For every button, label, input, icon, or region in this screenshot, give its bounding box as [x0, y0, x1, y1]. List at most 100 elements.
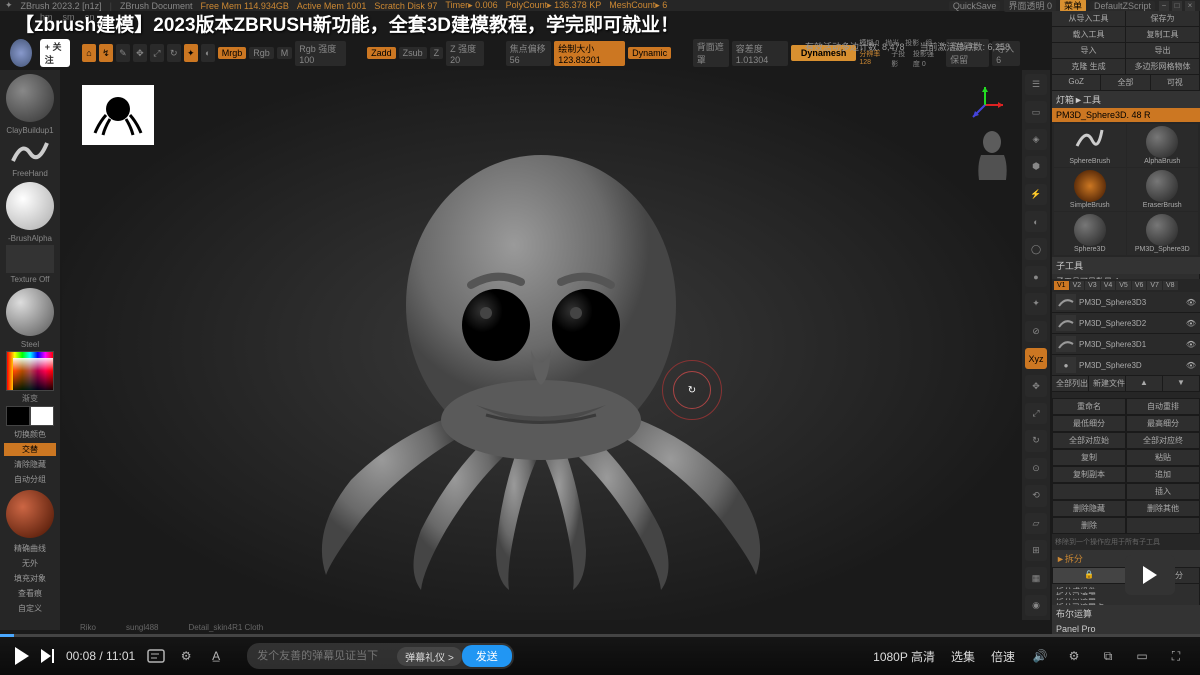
3d-viewport[interactable]: ↻: [62, 70, 1020, 620]
subtool-item[interactable]: PM3D_Sphere3D2👁: [1052, 313, 1200, 334]
scale-icon[interactable]: ⤢: [150, 44, 164, 62]
see-marks-button[interactable]: 查看痕: [4, 587, 56, 600]
tolerance-slider[interactable]: 容差度 1.01304: [732, 41, 788, 66]
alpha-selector[interactable]: [6, 182, 54, 230]
m-button[interactable]: M: [277, 47, 293, 59]
rs-xpose-icon[interactable]: ✦: [1025, 293, 1047, 314]
vis-tab[interactable]: V7: [1147, 281, 1162, 290]
switch-color-button[interactable]: 切换颜色: [4, 428, 56, 441]
rs-subtool-icon[interactable]: ☰: [1025, 74, 1047, 95]
lowres-button[interactable]: 最低细分: [1052, 415, 1126, 432]
copy-button[interactable]: 复制: [1052, 449, 1126, 466]
rs-ghost-icon[interactable]: ◯: [1025, 238, 1047, 259]
rs-hide-icon[interactable]: ⊘: [1025, 321, 1047, 342]
rs-floor-icon[interactable]: ▦: [1025, 567, 1047, 588]
navigation-gizmo[interactable]: [965, 85, 1005, 125]
rs-action-icon[interactable]: ⚡: [1025, 184, 1047, 205]
rs-frame-icon[interactable]: ▭: [1025, 101, 1047, 122]
export-tool-button[interactable]: 导出: [1126, 43, 1200, 58]
alternate-button[interactable]: 交替: [4, 443, 56, 456]
follow-button[interactable]: + 关注: [40, 39, 70, 67]
danmu-settings-icon[interactable]: ⚙: [177, 647, 195, 665]
up-icon[interactable]: ▲: [1126, 376, 1163, 391]
send-danmu-button[interactable]: 发送: [462, 645, 512, 667]
quicksave-button[interactable]: QuickSave: [949, 1, 1001, 11]
camera-head-icon[interactable]: [975, 130, 1010, 185]
visible-button[interactable]: 可视: [1151, 75, 1200, 90]
next-video-button[interactable]: [1125, 555, 1175, 595]
tool-thumb[interactable]: Sphere3D: [1054, 212, 1126, 255]
play-button[interactable]: [15, 647, 29, 665]
zscript-button[interactable]: DefaultZScript: [1090, 1, 1155, 11]
vis-tab[interactable]: V5: [1116, 281, 1131, 290]
sculptris-icon[interactable]: ◐: [201, 44, 215, 62]
z-intensity-slider[interactable]: Z 强度 20: [446, 41, 484, 66]
danmu-input[interactable]: [257, 650, 397, 662]
new-folder-button[interactable]: 新建文件夹▾: [1089, 376, 1126, 391]
font-style-icon[interactable]: A̲: [207, 647, 225, 665]
color-swatches[interactable]: [6, 406, 54, 426]
zsub-button[interactable]: Zsub: [399, 47, 427, 59]
rs-move-view-icon[interactable]: ✥: [1025, 375, 1047, 396]
import-tool-button[interactable]: 导入: [1052, 43, 1126, 58]
volume-icon[interactable]: 🔊: [1031, 647, 1049, 665]
rgb-button[interactable]: Rgb: [249, 47, 274, 59]
vis-tab[interactable]: V1: [1054, 281, 1069, 290]
del-other-button[interactable]: 删除其他: [1126, 500, 1200, 517]
clone-button[interactable]: 克隆 生成: [1052, 59, 1126, 74]
fullscreen-icon[interactable]: ⛶: [1167, 647, 1185, 665]
polymesh-button[interactable]: 多边形网格物体: [1126, 59, 1200, 74]
danmu-etiquette-button[interactable]: 弹幕礼仪 >: [397, 647, 462, 666]
reference-image[interactable]: [82, 85, 154, 145]
uploader-avatar[interactable]: [10, 39, 32, 67]
focal-shift-slider[interactable]: 焦点偏移 56: [506, 41, 552, 66]
del-hidden-button[interactable]: 删除隐藏: [1052, 500, 1126, 517]
tool-thumb[interactable]: SimpleBrush: [1054, 168, 1126, 211]
all-button[interactable]: 全部: [1101, 75, 1150, 90]
rs-press-icon[interactable]: ⊙: [1025, 458, 1047, 479]
rs-solo-icon[interactable]: ●: [1025, 266, 1047, 287]
goz-button[interactable]: GoZ: [1052, 75, 1101, 90]
rs-rotate-view-icon[interactable]: ↻: [1025, 430, 1047, 451]
rs-xyz-icon[interactable]: Xyz: [1025, 348, 1047, 369]
zadd-button[interactable]: Zadd: [367, 47, 396, 59]
rename-button[interactable]: 重命名: [1052, 398, 1126, 415]
append-button[interactable]: 追加: [1126, 466, 1200, 483]
vis-tab[interactable]: V6: [1132, 281, 1147, 290]
showend-button[interactable]: 全部对应终: [1126, 432, 1200, 449]
rs-edge-icon[interactable]: ◈: [1025, 129, 1047, 150]
speed-button[interactable]: 倍速: [991, 648, 1015, 665]
z-button[interactable]: Z: [430, 47, 444, 59]
secondary-material[interactable]: [6, 490, 54, 538]
tool-thumb[interactable]: EraserBrush: [1127, 168, 1199, 211]
next-button[interactable]: [41, 649, 54, 663]
stroke-selector[interactable]: [6, 137, 54, 167]
draw-icon[interactable]: ✎: [116, 44, 130, 62]
rgb-intensity-slider[interactable]: Rgb 强度 100: [295, 41, 345, 66]
minimize-icon[interactable]: −: [1159, 1, 1169, 11]
saveas-hdr[interactable]: 保存为: [1126, 11, 1200, 26]
edit-icon[interactable]: ↯: [99, 44, 113, 62]
fill-object-button[interactable]: 填充对象: [4, 572, 56, 585]
rs-transparent-icon[interactable]: ◐: [1025, 211, 1047, 232]
clear-hidden-button[interactable]: 清除隐藏: [4, 458, 56, 471]
tool-thumb[interactable]: AlphaBrush: [1127, 124, 1199, 167]
no-outside-button[interactable]: 无外: [4, 557, 56, 570]
rs-prev-view-icon[interactable]: ⟲: [1025, 485, 1047, 506]
subtool-item[interactable]: ●PM3D_Sphere3D👁: [1052, 355, 1200, 376]
vis-tab[interactable]: V3: [1085, 281, 1100, 290]
subtool-item[interactable]: PM3D_Sphere3D1👁: [1052, 334, 1200, 355]
close-icon[interactable]: ×: [1185, 1, 1195, 11]
move-icon[interactable]: ✥: [133, 44, 147, 62]
brush-selector[interactable]: [6, 74, 54, 122]
rs-dynamic-icon[interactable]: ⬢: [1025, 156, 1047, 177]
vis-tab[interactable]: V4: [1101, 281, 1116, 290]
dynamic-button[interactable]: Dynamic: [628, 47, 671, 59]
rs-scale-view-icon[interactable]: ⤢: [1025, 403, 1047, 424]
subtool-header[interactable]: 子工具: [1052, 257, 1200, 274]
showstart-button[interactable]: 全部对应始: [1052, 432, 1126, 449]
settings-icon[interactable]: ⚙: [1065, 647, 1083, 665]
rs-persp-icon[interactable]: ▱: [1025, 513, 1047, 534]
duplicate-button[interactable]: 复制副本: [1052, 466, 1126, 483]
boolean-header[interactable]: 布尔运算: [1052, 605, 1200, 622]
